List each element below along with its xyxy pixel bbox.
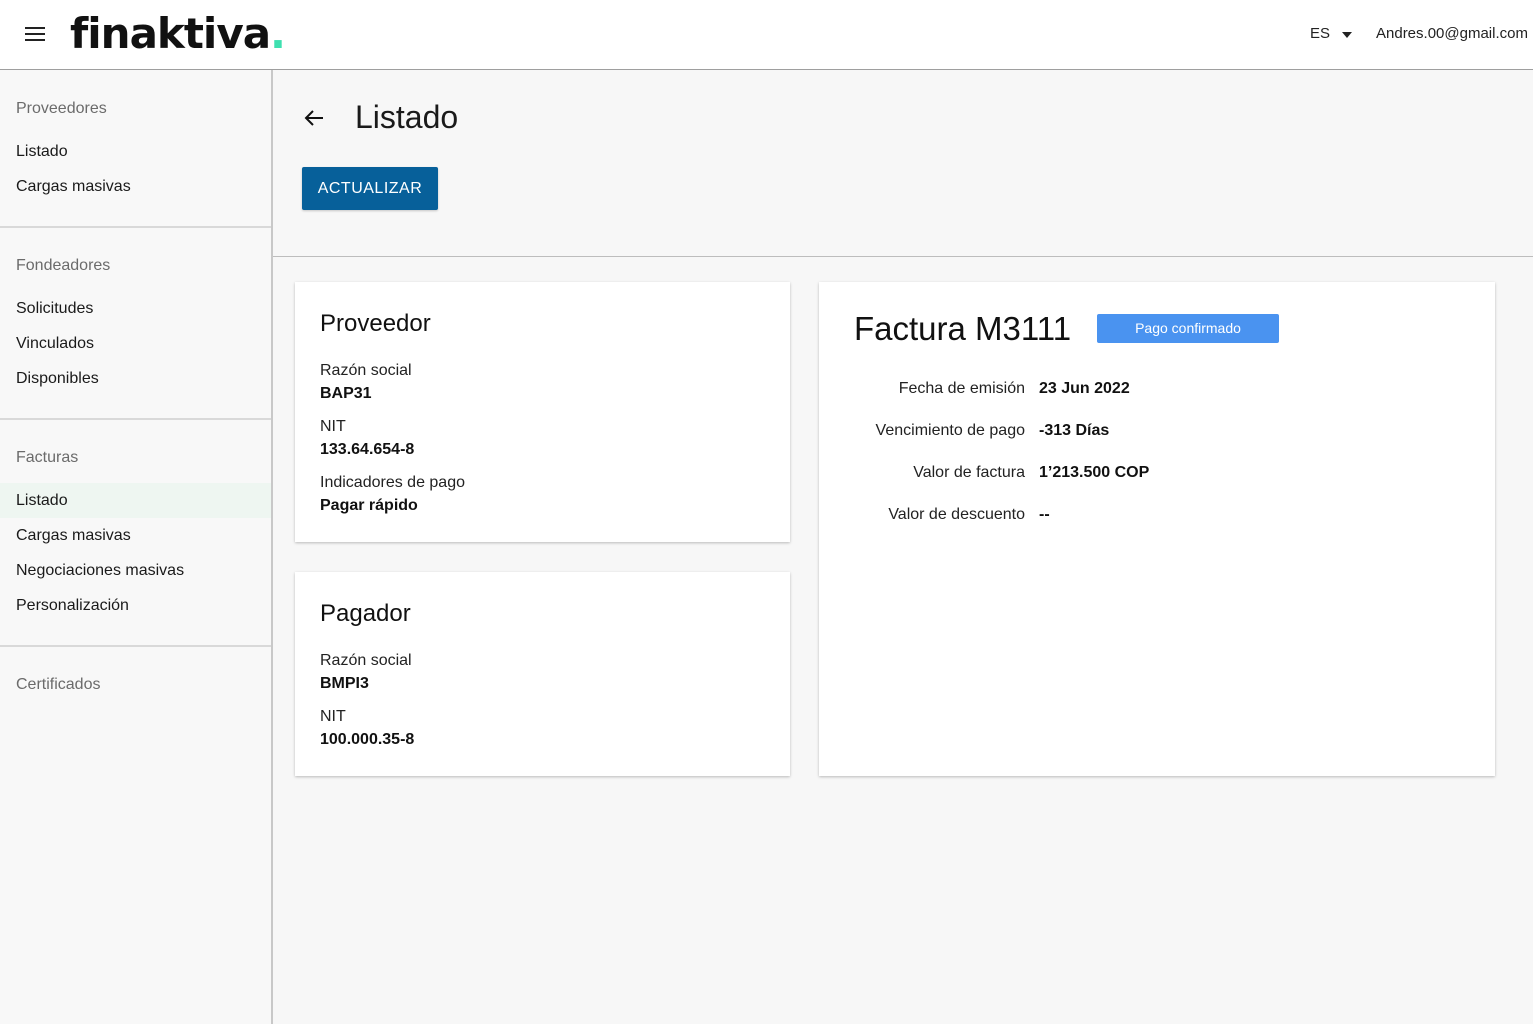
proveedor-indicadores-value: Pagar rápido bbox=[320, 497, 418, 514]
pagador-razon-social-label: Razón social bbox=[320, 652, 412, 669]
invoice-field-value: -313 Días bbox=[1039, 422, 1110, 439]
sidebar-heading-fondeadores: Fondeadores bbox=[16, 257, 111, 274]
sidebar-item-solicitudes[interactable]: Solicitudes bbox=[0, 291, 271, 326]
proveedor-card: Proveedor Razón social BAP31 NIT 133.64.… bbox=[295, 282, 790, 542]
sidebar-heading-certificados[interactable]: Certificados bbox=[16, 676, 100, 694]
sidebar-heading-proveedores: Proveedores bbox=[16, 100, 107, 117]
logo-text: finaktiva bbox=[70, 9, 271, 58]
sidebar-item-vinculados[interactable]: Vinculados bbox=[0, 326, 271, 361]
proveedor-razon-social-label: Razón social bbox=[320, 362, 412, 379]
status-badge: Pago confirmado bbox=[1097, 314, 1279, 343]
invoice-field-value: -- bbox=[1039, 506, 1050, 523]
proveedor-razon-social-value: BAP31 bbox=[320, 385, 372, 402]
back-arrow-icon[interactable] bbox=[302, 104, 328, 132]
hamburger-menu-icon[interactable] bbox=[22, 24, 48, 46]
logo: finaktiva. bbox=[70, 6, 286, 62]
sidebar-item-disponibles[interactable]: Disponibles bbox=[0, 361, 271, 396]
user-email[interactable]: Andres.00@gmail.com bbox=[1376, 25, 1528, 42]
sidebar-item-proveedores-listado[interactable]: Listado bbox=[0, 134, 271, 169]
pagador-nit-label: NIT bbox=[320, 708, 346, 725]
sidebar-item-proveedores-cargas-masivas[interactable]: Cargas masivas bbox=[0, 169, 271, 204]
logo-dot: . bbox=[270, 9, 286, 58]
header-divider bbox=[273, 256, 1533, 257]
proveedor-nit-value: 133.64.654-8 bbox=[320, 441, 415, 458]
proveedor-nit-label: NIT bbox=[320, 418, 346, 435]
invoice-field-value: 23 Jun 2022 bbox=[1039, 380, 1130, 397]
invoice-field-label: Valor de descuento bbox=[888, 506, 1025, 523]
invoice-field-label: Vencimiento de pago bbox=[875, 422, 1025, 439]
sidebar-item-facturas-listado[interactable]: Listado bbox=[0, 483, 271, 518]
sidebar-divider bbox=[0, 645, 271, 647]
pagador-razon-social-value: BMPI3 bbox=[320, 675, 369, 692]
proveedor-indicadores-label: Indicadores de pago bbox=[320, 474, 465, 491]
invoice-field-value: 1’213.500 COP bbox=[1039, 464, 1150, 481]
factura-card: Factura M3111 Pago confirmado Fecha de e… bbox=[819, 282, 1495, 776]
language-selector[interactable]: ES bbox=[1310, 25, 1330, 42]
page-title: Listado bbox=[355, 99, 459, 135]
sidebar-heading-facturas: Facturas bbox=[16, 449, 79, 466]
sidebar-item-personalizacion[interactable]: Personalización bbox=[0, 588, 271, 623]
invoice-title: Factura M3111 bbox=[854, 310, 1072, 347]
top-bar: finaktiva. ES Andres.00@gmail.com bbox=[0, 0, 1533, 70]
sidebar-divider bbox=[0, 418, 271, 420]
pagador-nit-value: 100.000.35-8 bbox=[320, 731, 415, 748]
proveedor-card-title: Proveedor bbox=[320, 310, 431, 337]
sidebar: Proveedores Listado Cargas masivas Fonde… bbox=[0, 70, 273, 1024]
sidebar-divider bbox=[0, 226, 271, 228]
caret-down-icon[interactable] bbox=[1342, 32, 1352, 38]
pagador-card-title: Pagador bbox=[320, 600, 411, 627]
invoice-field-label: Fecha de emisión bbox=[898, 380, 1025, 397]
invoice-field-label: Valor de factura bbox=[913, 464, 1025, 481]
sidebar-item-facturas-cargas-masivas[interactable]: Cargas masivas bbox=[0, 518, 271, 553]
sidebar-item-negociaciones-masivas[interactable]: Negociaciones masivas bbox=[0, 553, 271, 588]
update-button[interactable]: ACTUALIZAR bbox=[302, 167, 438, 210]
pagador-card: Pagador Razón social BMPI3 NIT 100.000.3… bbox=[295, 572, 790, 776]
